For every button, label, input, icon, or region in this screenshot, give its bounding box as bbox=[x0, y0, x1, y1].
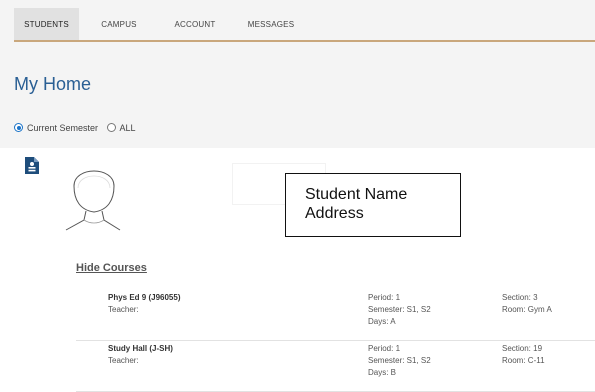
course-days: Days: A bbox=[368, 317, 396, 326]
course-section: Section: 3 bbox=[502, 293, 538, 302]
course-semester: Semester: S1, S2 bbox=[368, 305, 431, 314]
tab-messages[interactable]: MESSAGES bbox=[237, 8, 305, 40]
all-radio[interactable] bbox=[106, 123, 116, 132]
student-address: Address bbox=[305, 205, 364, 222]
tab-students[interactable]: STUDENTS bbox=[14, 8, 79, 40]
student-info-box: Student Name Address bbox=[285, 173, 461, 237]
course-name[interactable]: Study Hall (J-SH) bbox=[108, 344, 173, 353]
tab-account[interactable]: ACCOUNT bbox=[164, 8, 226, 40]
course-period: Period: 1 bbox=[368, 293, 401, 302]
course-days: Days: B bbox=[368, 368, 397, 377]
list-item: Phys Ed 9 (J96055) Teacher: Period: 1 Se… bbox=[76, 293, 595, 341]
tab-bar: STUDENTS CAMPUS ACCOUNT MESSAGES bbox=[14, 8, 595, 42]
page-title: My Home bbox=[14, 74, 92, 94]
student-record-icon[interactable] bbox=[25, 157, 39, 174]
student-photo-placeholder bbox=[65, 170, 121, 231]
all-label: ALL bbox=[119, 123, 136, 133]
student-name: Student Name bbox=[305, 186, 408, 203]
course-room: Room: Gym A bbox=[502, 305, 552, 314]
course-section: Section: 19 bbox=[502, 344, 543, 353]
current-semester-label: Current Semester bbox=[27, 123, 99, 133]
course-semester: Semester: S1, S2 bbox=[368, 356, 431, 365]
course-teacher: Teacher: bbox=[108, 356, 139, 365]
list-item: Study Hall (J-SH) Teacher: Period: 1 Sem… bbox=[76, 344, 595, 392]
course-name[interactable]: Phys Ed 9 (J96055) bbox=[108, 293, 180, 302]
current-semester-radio[interactable] bbox=[14, 123, 23, 132]
course-period: Period: 1 bbox=[368, 344, 401, 353]
semester-filter: Current Semester ALL bbox=[14, 123, 142, 133]
course-room: Room: C-11 bbox=[502, 356, 545, 365]
tab-campus[interactable]: CAMPUS bbox=[93, 8, 145, 40]
course-teacher: Teacher: bbox=[108, 305, 139, 314]
hide-courses-link[interactable]: Hide Courses bbox=[76, 262, 147, 274]
